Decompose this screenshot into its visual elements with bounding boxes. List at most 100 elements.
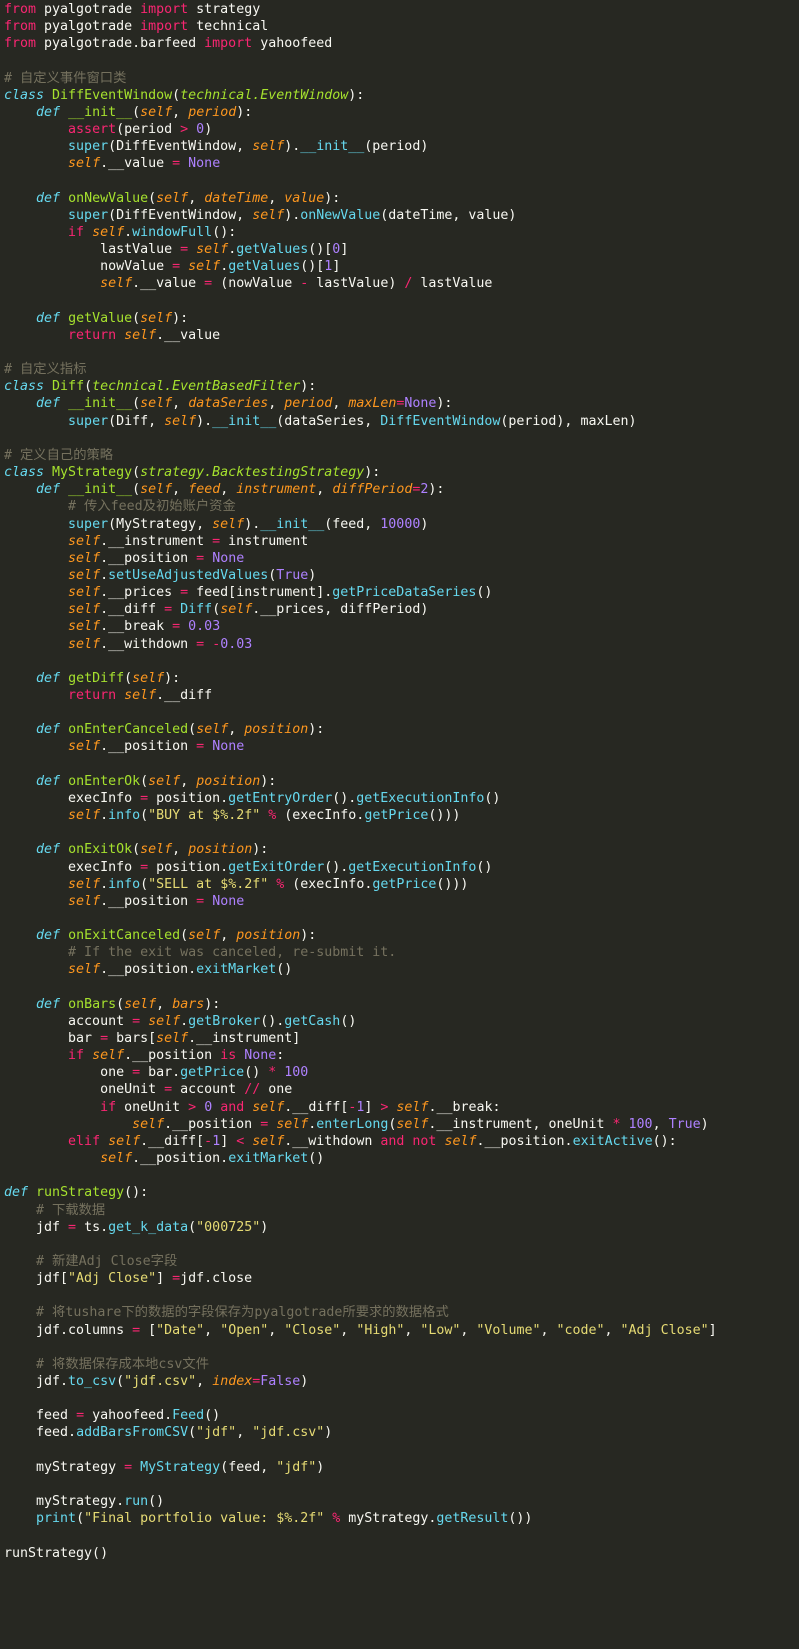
token-text: ):: [436, 396, 453, 412]
code-line: oneUnit = account // one: [4, 1081, 292, 1099]
token-string: "SELL at $%.2f": [148, 876, 269, 892]
token-text: lastValue: [412, 276, 493, 292]
token-text: (Diff,: [108, 413, 165, 429]
token-constant: None: [244, 1048, 277, 1064]
token-call: windowFull: [132, 224, 213, 240]
token-parameter: period: [188, 104, 237, 120]
code-line: # 新建Adj Close字段: [4, 1253, 177, 1271]
token-self: self: [140, 104, 173, 120]
token-self: self: [188, 259, 221, 275]
token-text: .__position: [164, 1116, 261, 1132]
token-string: "Open": [220, 1322, 269, 1338]
token-operator: =: [212, 533, 221, 549]
token-text: pyalgotrade: [36, 2, 141, 17]
token-keyword: assert: [68, 122, 117, 138]
token-self: self: [68, 739, 101, 755]
token-text: bars[: [108, 1031, 157, 1046]
token-operator: =: [164, 602, 173, 618]
code-line: def getDiff(self):: [4, 670, 180, 688]
code-editor[interactable]: from pyalgotrade import strategy from pya…: [0, 0, 799, 1649]
token-operator: =: [100, 1031, 109, 1046]
token-comment: # 新建Adj Close字段: [36, 1253, 178, 1269]
token-call: getResult: [436, 1511, 509, 1527]
token-text: .__position.: [100, 962, 197, 978]
token-text: ,: [204, 1322, 221, 1338]
token-text: jdf: [4, 1219, 69, 1235]
token-text: jdf.close: [180, 1271, 253, 1287]
token-text: .__position.: [476, 1133, 573, 1149]
code-line: myStrategy.run(): [4, 1493, 164, 1511]
token-function-name: MyStrategy: [52, 465, 133, 481]
token-keyword: if: [68, 224, 85, 240]
token-text: ):: [300, 928, 317, 944]
token-self: self: [68, 619, 101, 635]
code-line: def onExitCanceled(self, position):: [4, 927, 316, 945]
token-constant: False: [260, 1374, 301, 1389]
code-line: execInfo = position.getEntryOrder().getE…: [4, 790, 500, 808]
code-line: from pyalgotrade import technical: [4, 18, 268, 36]
code-line: class DiffEventWindow(technical.EventWin…: [4, 87, 364, 105]
code-line: # If the exit was canceled, re-submit it…: [4, 944, 396, 962]
token-text: (: [140, 808, 149, 824]
token-self: self: [100, 1151, 133, 1167]
token-text: (: [132, 842, 141, 858]
token-operator: =: [180, 585, 189, 601]
token-text: (: [180, 928, 189, 944]
token-constant: True: [668, 1116, 701, 1132]
token-self: self: [148, 1013, 181, 1029]
token-text: (dateTime, value): [380, 207, 517, 223]
token-text: (: [148, 190, 157, 206]
code-line: print("Final portfolio value: $%.2f" % m…: [4, 1510, 532, 1528]
token-text: (: [172, 87, 181, 103]
token-text: .__break:: [428, 1099, 501, 1115]
token-self: self: [140, 310, 173, 326]
token-comment: # If the exit was canceled, re-submit it…: [68, 945, 397, 961]
token-text: myStrategy.: [340, 1511, 437, 1527]
token-text: (period): [364, 139, 429, 155]
token-text: ,: [196, 1374, 213, 1389]
code-line: one = bar.getPrice() * 100: [4, 1064, 308, 1082]
token-text: nowValue: [4, 259, 173, 275]
token-constant: None: [212, 739, 245, 755]
code-line: # 自定义事件窗口类: [4, 70, 126, 88]
token-function-name: DiffEventWindow: [52, 87, 173, 103]
token-function-name: getDiff: [68, 670, 125, 686]
token-text: (: [140, 876, 149, 892]
token-text: ,: [268, 190, 285, 206]
token-text: yahoofeed: [252, 36, 333, 52]
token-call: super: [68, 516, 109, 532]
token-self: self: [68, 585, 101, 601]
token-self: self: [252, 1099, 285, 1115]
token-keyword: elif: [68, 1133, 101, 1149]
token-text: .__withdown: [284, 1133, 381, 1149]
token-function-name: onEnterCanceled: [68, 722, 189, 738]
token-constant: 0.03: [220, 636, 253, 652]
token-keyword: if: [100, 1099, 117, 1115]
token-self: self: [252, 207, 285, 223]
token-storage: def: [36, 396, 61, 412]
token-self: self: [164, 413, 197, 429]
token-call: getExecutionInfo: [348, 859, 477, 875]
token-parameter: maxLen: [348, 396, 397, 412]
token-text: (: [132, 465, 141, 481]
token-self: self: [68, 893, 101, 909]
token-base-class: strategy.BacktestingStrategy: [140, 465, 365, 481]
token-operator: =: [196, 636, 205, 652]
token-text: .__instrument, oneUnit: [428, 1116, 613, 1132]
code-line: super(MyStrategy, self).__init__(feed, 1…: [4, 516, 428, 534]
token-self: self: [68, 156, 101, 172]
token-text: (: [116, 996, 125, 1012]
token-text: ):: [260, 773, 277, 789]
token-self: self: [148, 773, 181, 789]
token-text: .__instrument]: [188, 1031, 301, 1046]
